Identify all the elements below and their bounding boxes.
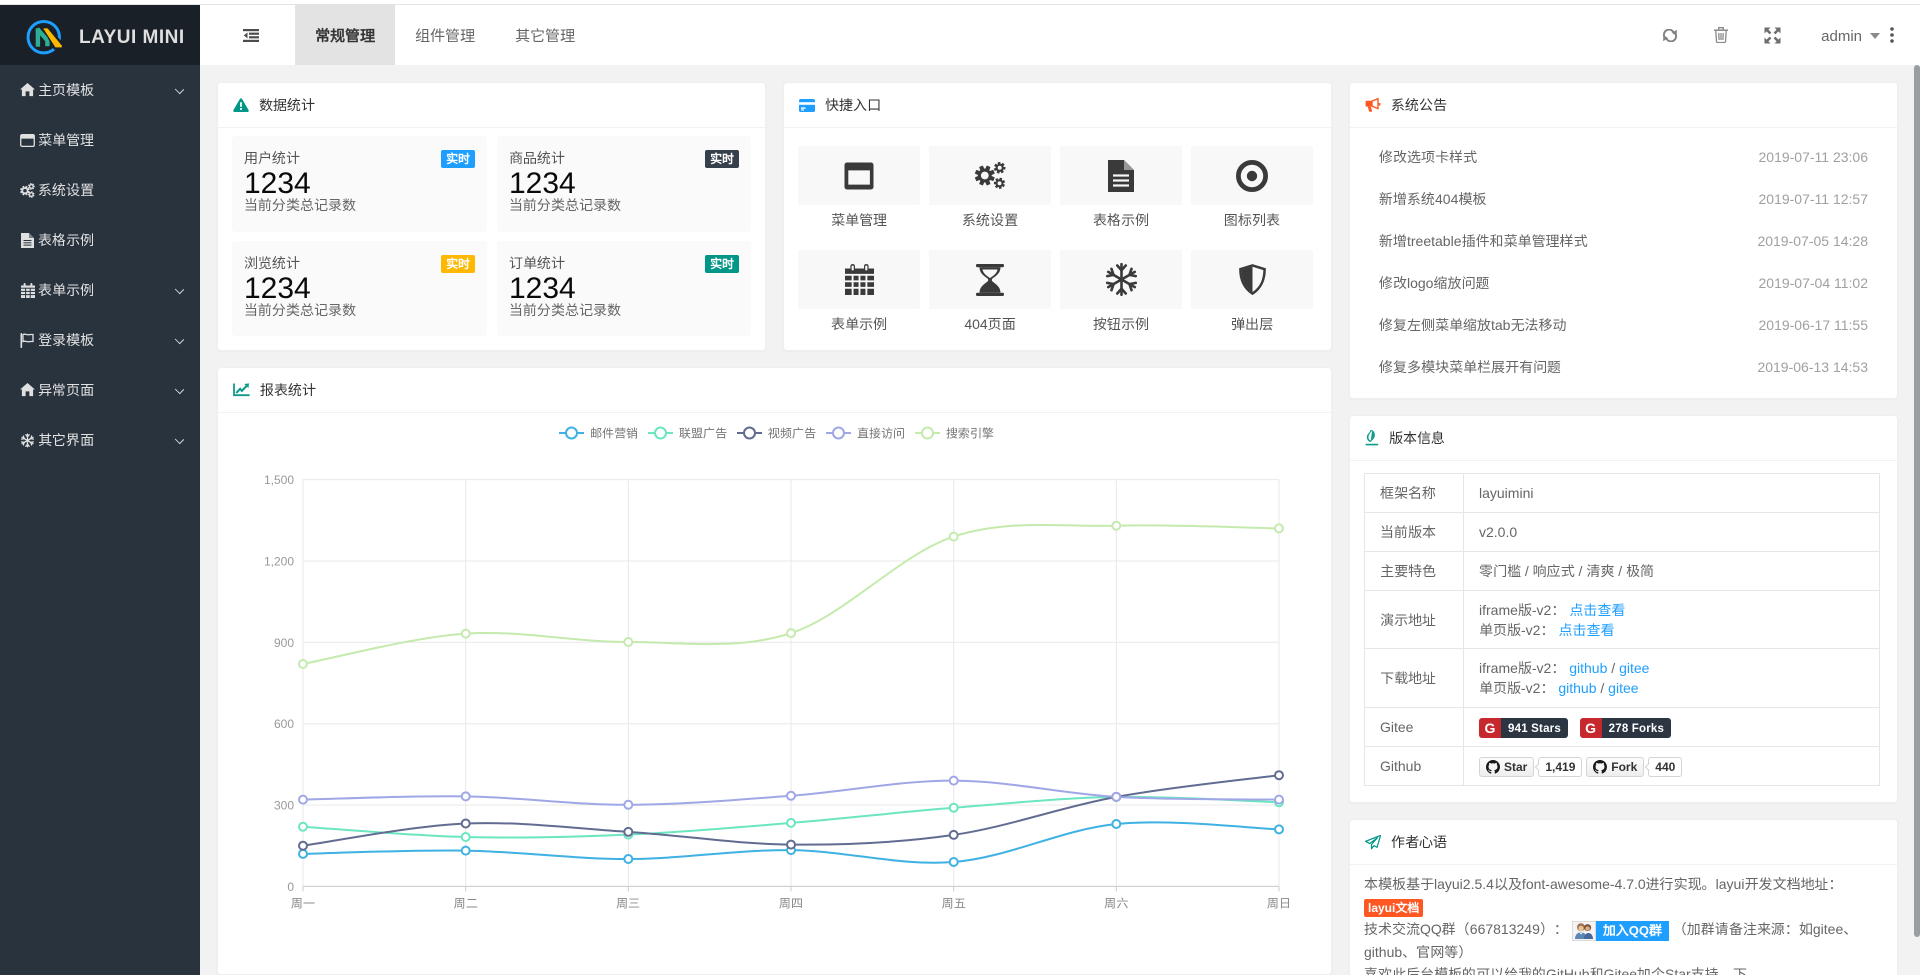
svg-text:1,200: 1,200 bbox=[264, 553, 294, 570]
svg-text:周二: 周二 bbox=[454, 894, 478, 911]
svg-text:周一: 周一 bbox=[291, 894, 315, 911]
svg-text:周三: 周三 bbox=[616, 894, 640, 911]
svg-text:周日: 周日 bbox=[1267, 894, 1291, 911]
svg-text:搜索引擎: 搜索引擎 bbox=[946, 425, 994, 442]
svg-text:300: 300 bbox=[274, 797, 294, 814]
svg-text:0: 0 bbox=[287, 878, 294, 895]
svg-text:直接访问: 直接访问 bbox=[857, 425, 905, 442]
svg-text:邮件营销: 邮件营销 bbox=[590, 425, 638, 442]
svg-text:周四: 周四 bbox=[779, 894, 803, 911]
svg-text:1,500: 1,500 bbox=[264, 471, 294, 488]
svg-text:联盟广告: 联盟广告 bbox=[679, 425, 727, 442]
svg-text:视频广告: 视频广告 bbox=[768, 425, 816, 442]
svg-text:600: 600 bbox=[274, 715, 294, 732]
svg-text:周五: 周五 bbox=[942, 894, 966, 911]
svg-text:900: 900 bbox=[274, 634, 294, 651]
svg-text:周六: 周六 bbox=[1104, 894, 1128, 911]
